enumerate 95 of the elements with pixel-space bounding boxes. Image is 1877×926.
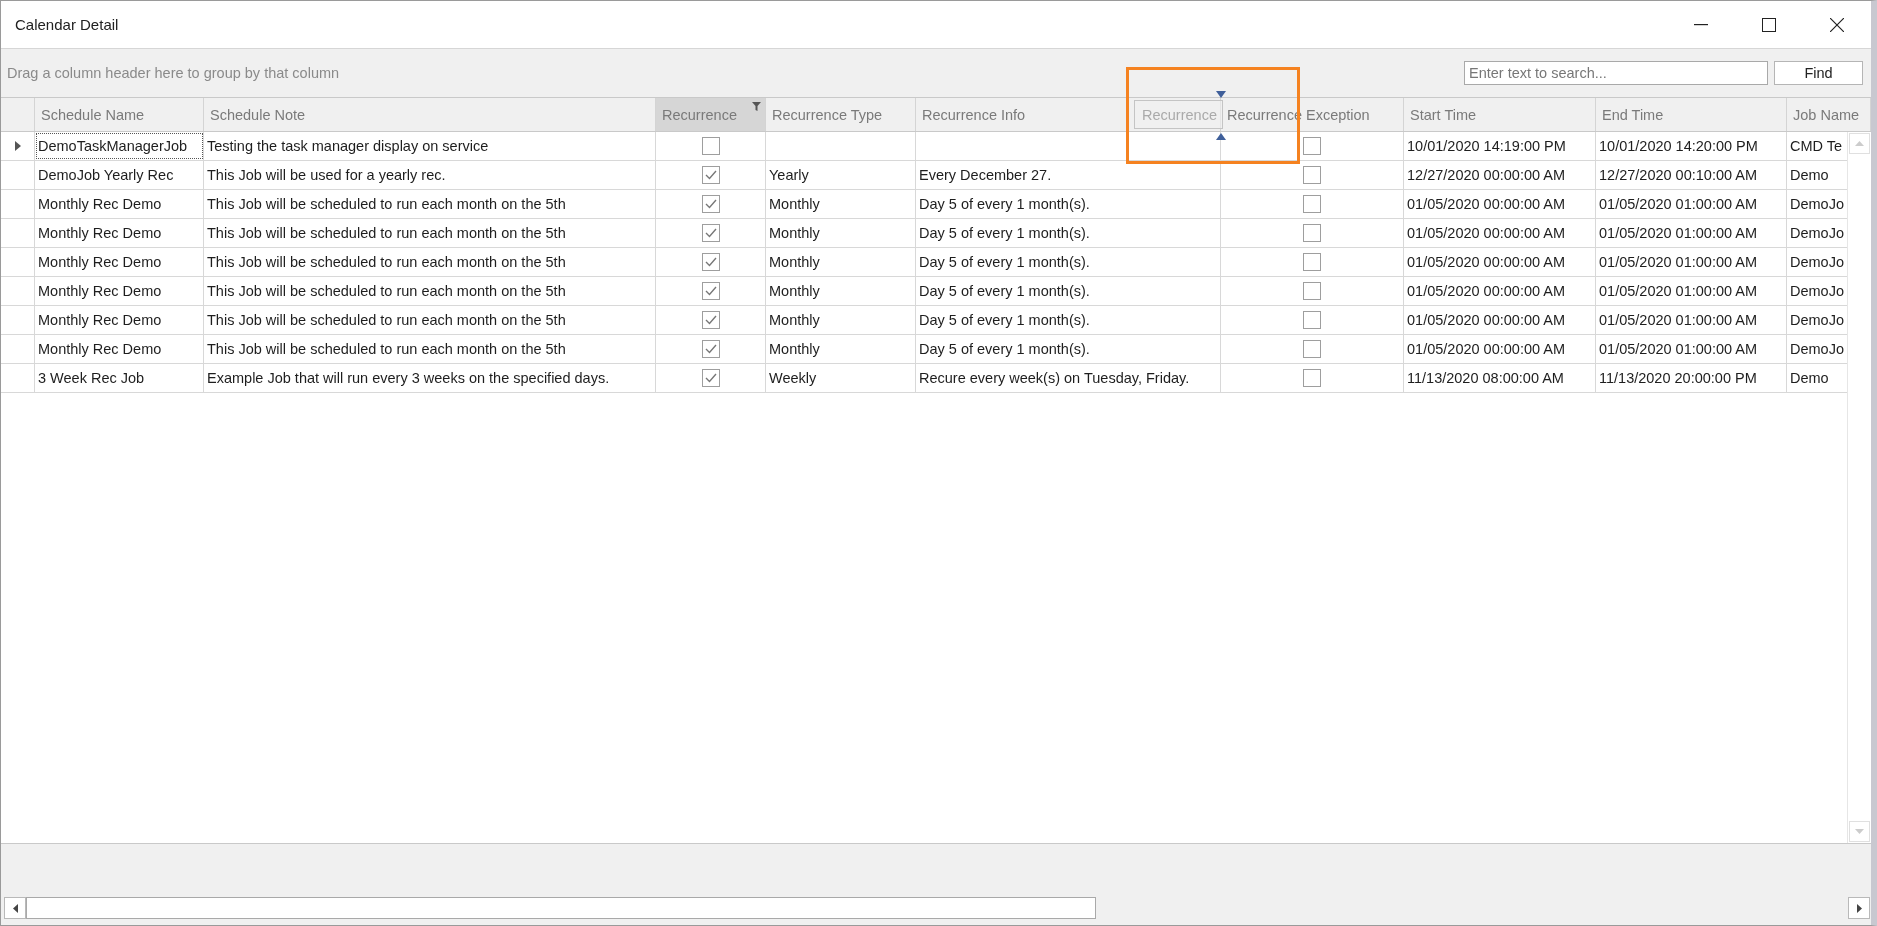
table-cell: This Job will be used for a yearly rec. [204, 161, 656, 189]
column-header[interactable]: Schedule Name [35, 98, 204, 131]
checkbox[interactable] [701, 253, 720, 271]
search-field[interactable]: Enter text to search... [1464, 61, 1768, 85]
table-cell: Testing the task manager display on service [204, 132, 656, 160]
checkbox[interactable] [1303, 137, 1321, 155]
table-cell: Day 5 of every 1 month(s). [916, 277, 1221, 305]
scroll-right-button[interactable] [1848, 897, 1870, 919]
table-cell: 12/27/2020 00:10:00 AM [1596, 161, 1787, 189]
table-cell: Every December 27. [916, 161, 1221, 189]
column-header[interactable]: Recurrence [656, 98, 766, 131]
table-cell: 11/13/2020 08:00:00 AM [1404, 364, 1596, 392]
table-cell: Monthly Rec Demo [35, 248, 204, 276]
checkbox[interactable] [701, 195, 720, 213]
table-cell: Monthly [766, 277, 916, 305]
table-cell: Day 5 of every 1 month(s). [916, 306, 1221, 334]
table-cell: 10/01/2020 14:19:00 PM [1404, 132, 1596, 160]
table-cell: Weekly [766, 364, 916, 392]
table-cell: 01/05/2020 00:00:00 AM [1404, 335, 1596, 363]
checkbox[interactable] [1303, 253, 1321, 271]
table-cell: 10/01/2020 14:20:00 PM [1596, 132, 1787, 160]
table-cell: 01/05/2020 01:00:00 AM [1596, 190, 1787, 218]
table-cell: 12/27/2020 00:00:00 AM [1404, 161, 1596, 189]
scroll-thumb[interactable] [26, 897, 1096, 919]
table-cell: 01/05/2020 00:00:00 AM [1404, 306, 1596, 334]
table-cell: Day 5 of every 1 month(s). [916, 190, 1221, 218]
table-cell: This Job will be scheduled to run each month on the 5th [204, 219, 656, 247]
group-hint: Drag a column header here to group by that column [7, 65, 341, 81]
table-cell: This Job will be scheduled to run each month on the 5th [204, 306, 656, 334]
table-cell: Monthly [766, 335, 916, 363]
find-button[interactable]: Find [1774, 61, 1863, 85]
table-cell: 3 Week Rec Job [35, 364, 204, 392]
maximize-icon [1762, 17, 1776, 32]
checkbox[interactable] [701, 282, 720, 300]
table-cell: Monthly Rec Demo [35, 190, 204, 218]
filter-icon[interactable] [752, 102, 761, 111]
column-header[interactable]: Start Time [1404, 98, 1596, 131]
table-cell: Day 5 of every 1 month(s). [916, 219, 1221, 247]
checkbox[interactable] [1303, 195, 1321, 213]
checkbox[interactable] [1303, 166, 1321, 184]
table-cell: 01/05/2020 01:00:00 AM [1596, 306, 1787, 334]
table-cell: This Job will be scheduled to run each month on the 5th [204, 335, 656, 363]
window-title: Calendar Detail [15, 16, 120, 33]
table-cell: Monthly [766, 306, 916, 334]
checkbox[interactable] [701, 311, 720, 329]
scroll-up-button[interactable] [1849, 133, 1870, 154]
table-cell: Recure every week(s) on Tuesday, Friday. [916, 364, 1221, 392]
table-cell: Monthly Rec Demo [35, 306, 204, 334]
checkbox[interactable] [1303, 340, 1321, 358]
minimize-icon [1694, 23, 1708, 26]
table-cell: 01/05/2020 00:00:00 AM [1404, 277, 1596, 305]
column-header[interactable]: Job Name [1787, 98, 1871, 131]
table-cell: 01/05/2020 01:00:00 AM [1596, 248, 1787, 276]
column-header[interactable]: Recurrence Type [766, 98, 916, 131]
column-header[interactable]: End Time [1596, 98, 1787, 131]
checkbox[interactable] [701, 166, 720, 184]
checkbox[interactable] [701, 369, 720, 387]
table-cell: This Job will be scheduled to run each month on the 5th [204, 248, 656, 276]
scroll-down-button[interactable] [1849, 821, 1870, 842]
table-cell: Monthly Rec Demo [35, 277, 204, 305]
table-cell: 01/05/2020 01:00:00 AM [1596, 277, 1787, 305]
table-cell: Example Job that will run every 3 weeks on the specified days. [204, 364, 656, 392]
table-cell: Yearly [766, 161, 916, 189]
checkbox[interactable] [1303, 224, 1321, 242]
table-cell: Monthly [766, 219, 916, 247]
table-cell: Monthly [766, 190, 916, 218]
table-cell: Monthly [766, 248, 916, 276]
checkbox[interactable] [701, 340, 720, 358]
table-cell: DemoJob Yearly Rec [35, 161, 204, 189]
table-cell: Day 5 of every 1 month(s). [916, 335, 1221, 363]
current-row-icon [14, 141, 21, 151]
up-arrow-icon [1855, 141, 1864, 146]
checkbox[interactable] [1303, 369, 1321, 387]
table-cell: 01/05/2020 01:00:00 AM [1596, 219, 1787, 247]
table-cell: 01/05/2020 01:00:00 AM [1596, 335, 1787, 363]
table-cell: 01/05/2020 00:00:00 AM [1404, 219, 1596, 247]
table-cell: 01/05/2020 00:00:00 AM [1404, 248, 1596, 276]
table-cell: 11/13/2020 20:00:00 PM [1596, 364, 1787, 392]
left-arrow-icon [12, 903, 18, 913]
checkbox[interactable] [701, 224, 720, 242]
dragged-column-header[interactable]: Recurrence [1134, 100, 1223, 129]
table-cell: DemoTaskManagerJob [35, 132, 204, 160]
table-cell: 01/05/2020 00:00:00 AM [1404, 190, 1596, 218]
scroll-left-button[interactable] [4, 897, 26, 919]
close-icon [1830, 17, 1844, 32]
checkbox[interactable] [701, 137, 720, 155]
table-cell: Monthly Rec Demo [35, 219, 204, 247]
checkbox[interactable] [1303, 311, 1321, 329]
table-cell: This Job will be scheduled to run each month on the 5th [204, 190, 656, 218]
down-arrow-icon [1855, 829, 1864, 834]
table-cell: Day 5 of every 1 month(s). [916, 248, 1221, 276]
right-arrow-icon [1856, 903, 1862, 913]
table-cell: Monthly Rec Demo [35, 335, 204, 363]
checkbox[interactable] [1303, 282, 1321, 300]
table-cell: This Job will be scheduled to run each month on the 5th [204, 277, 656, 305]
